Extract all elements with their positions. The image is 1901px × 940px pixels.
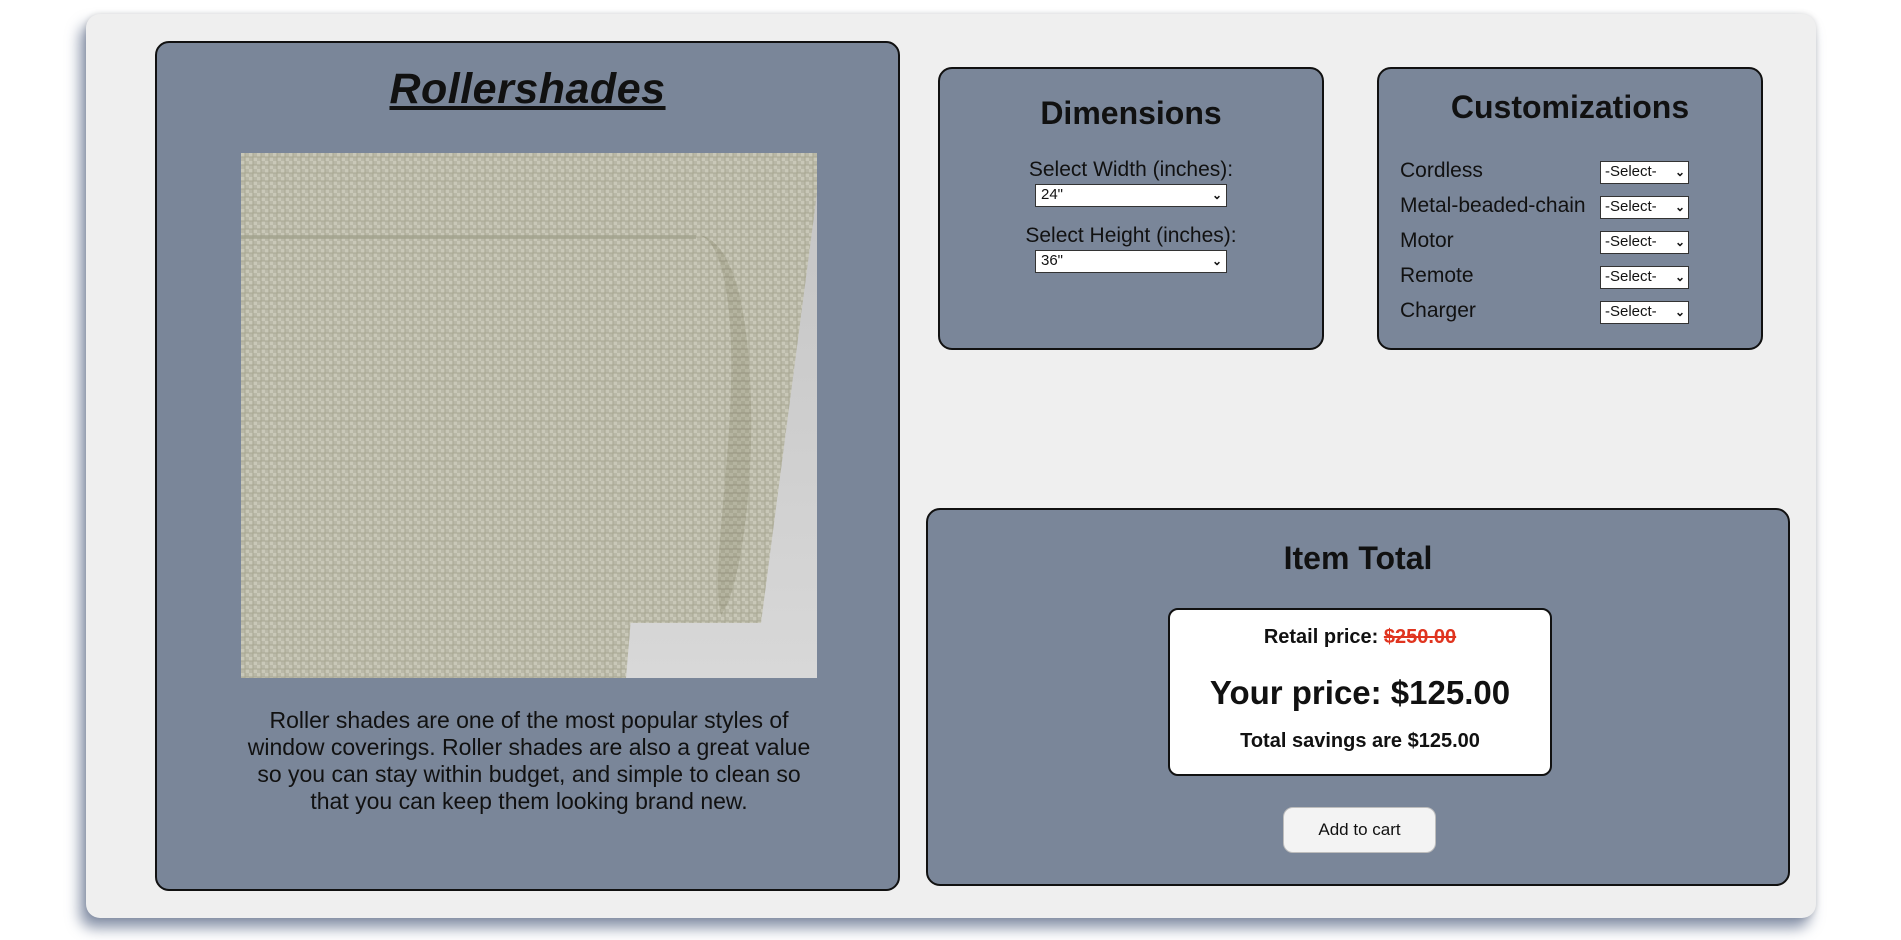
customizations-heading: Customizations (1450, 89, 1690, 125)
remote-select-value: -Select- (1605, 268, 1657, 285)
product-description: Roller shades are one of the most popula… (247, 707, 811, 814)
height-label: Select Height (inches): (1025, 224, 1237, 247)
height-select-value: 36" (1041, 252, 1064, 269)
retail-price: Retail price: $250.00 (1170, 626, 1550, 649)
charger-select-value: -Select- (1605, 303, 1657, 320)
product-panel: Rollershades Roller shades are one of th… (155, 41, 900, 891)
cordless-select[interactable]: -Select- ⌄ (1600, 161, 1689, 184)
charger-select[interactable]: -Select- ⌄ (1600, 301, 1689, 324)
chevron-down-icon: ⌄ (1674, 235, 1685, 249)
customization-row-metal-beaded-chain: Metal-beaded-chain -Select- ⌄ (1400, 194, 1740, 224)
motor-select-value: -Select- (1605, 233, 1657, 250)
height-select[interactable]: 36" ⌄ (1035, 250, 1227, 273)
product-image (241, 153, 817, 678)
chevron-down-icon: ⌄ (1211, 254, 1222, 268)
chevron-down-icon: ⌄ (1211, 188, 1222, 202)
metal-beaded-chain-label: Metal-beaded-chain (1400, 194, 1586, 217)
width-label: Select Width (inches): (1028, 158, 1234, 181)
dimensions-panel: Dimensions Select Width (inches): 24" ⌄ … (938, 67, 1324, 350)
remote-label: Remote (1400, 264, 1474, 287)
your-price: Your price: $125.00 (1209, 674, 1511, 711)
cordless-select-value: -Select- (1605, 163, 1657, 180)
remote-select[interactable]: -Select- ⌄ (1600, 266, 1689, 289)
retail-price-label: Retail price: (1263, 626, 1379, 648)
item-total-panel: Item Total Retail price: $250.00 Your pr… (926, 508, 1790, 886)
chevron-down-icon: ⌄ (1674, 305, 1685, 319)
customization-row-cordless: Cordless -Select- ⌄ (1400, 159, 1740, 189)
width-select-value: 24" (1041, 186, 1064, 203)
cordless-label: Cordless (1400, 159, 1483, 182)
motor-label: Motor (1400, 229, 1454, 252)
customizations-panel: Customizations Cordless -Select- ⌄ Metal… (1377, 67, 1763, 350)
dimensions-heading: Dimensions (1040, 95, 1222, 131)
chevron-down-icon: ⌄ (1674, 200, 1685, 214)
motor-select[interactable]: -Select- ⌄ (1600, 231, 1689, 254)
price-summary: Retail price: $250.00 Your price: $125.0… (1168, 608, 1552, 776)
customization-row-charger: Charger -Select- ⌄ (1400, 299, 1740, 329)
item-total-heading: Item Total (1283, 540, 1433, 576)
width-select[interactable]: 24" ⌄ (1035, 184, 1227, 207)
metal-beaded-chain-select-value: -Select- (1605, 198, 1657, 215)
charger-label: Charger (1400, 299, 1476, 322)
product-title: Rollershades (389, 65, 666, 113)
metal-beaded-chain-select[interactable]: -Select- ⌄ (1600, 196, 1689, 219)
customization-row-motor: Motor -Select- ⌄ (1400, 229, 1740, 259)
total-savings: Total savings are $125.00 (1240, 730, 1480, 752)
add-to-cart-button[interactable]: Add to cart (1283, 807, 1436, 853)
customization-row-remote: Remote -Select- ⌄ (1400, 264, 1740, 294)
chevron-down-icon: ⌄ (1674, 270, 1685, 284)
chevron-down-icon: ⌄ (1674, 165, 1685, 179)
retail-price-value: $250.00 (1383, 626, 1457, 648)
